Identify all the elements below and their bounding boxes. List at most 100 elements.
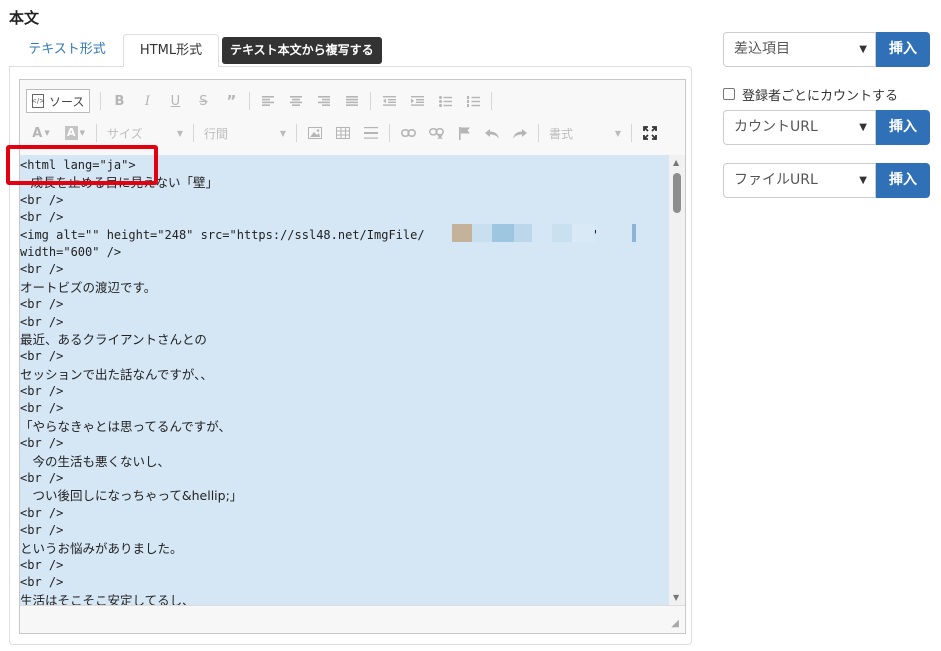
chevron-down-icon: ▼ (859, 122, 867, 133)
text-color-icon[interactable]: A ▼ (26, 121, 56, 145)
align-left-icon[interactable] (256, 89, 280, 113)
code-line: オートビズの渡辺です。 (20, 279, 157, 295)
anchor-flag-icon[interactable] (452, 121, 476, 145)
code-line: width="600" /> (20, 244, 122, 259)
toolbar-separator (249, 92, 251, 110)
code-line: セッションで出た話なんですが、、 (20, 366, 213, 382)
code-line: <br /> (20, 384, 64, 399)
align-center-icon[interactable] (284, 89, 308, 113)
source-button[interactable]: </> ソース (26, 89, 91, 113)
code-line: 今の生活も悪くないし、 (20, 453, 171, 469)
toolbar-row-1: </> ソース B I U S ” (26, 88, 498, 114)
redacted-block (452, 224, 472, 242)
table-icon[interactable] (331, 121, 355, 145)
code-line: <br /> (20, 262, 64, 277)
code-line: <br /> (20, 436, 64, 451)
maximize-icon[interactable] (638, 121, 662, 145)
redacted-block (552, 224, 572, 242)
toolbar-separator (631, 124, 632, 142)
underline-icon[interactable]: U (163, 89, 187, 113)
insert-count-url-button[interactable]: 挿入 (876, 110, 930, 145)
rich-text-editor: </> ソース B I U S ” A ▼ A ▼ サイズ ▼ 行間 ▼ 書式 … (19, 79, 686, 634)
section-title: 本文 (9, 9, 40, 27)
code-line: <br /> (20, 297, 64, 312)
code-line: =成長を止める目に見えない「壁」 (20, 175, 218, 191)
code-line: <html lang="ja"> (20, 158, 136, 172)
toolbar-separator (491, 92, 493, 110)
file-url-select-value: ファイルURL (734, 172, 818, 188)
toolbar-separator (389, 124, 390, 142)
file-url-select[interactable]: ファイルURL ▼ (723, 163, 876, 198)
tab-html-format[interactable]: HTML形式 (123, 34, 219, 67)
code-line: <br /> (20, 471, 64, 486)
undo-icon[interactable] (480, 121, 504, 145)
merge-field-select[interactable]: 差込項目 ▼ (723, 32, 876, 67)
code-line: <br /> (20, 505, 64, 520)
html-source-textarea[interactable]: <html lang="ja"> =成長を止める目に見えない「壁」 <br /> <b… (20, 155, 669, 605)
format-combo[interactable]: 書式 ▼ (545, 122, 625, 144)
count-url-select-value: カウントURL (734, 119, 818, 135)
redacted-block (572, 224, 594, 242)
editor-footer: ◢ (20, 605, 685, 633)
scroll-down-icon[interactable]: ▼ (673, 593, 679, 602)
indent-icon[interactable] (405, 89, 429, 113)
chevron-down-icon: ▼ (614, 128, 621, 138)
toolbar-separator (96, 124, 97, 142)
bold-icon[interactable]: B (107, 89, 131, 113)
chevron-down-icon: ▼ (859, 175, 867, 186)
italic-icon[interactable]: I (135, 89, 159, 113)
editor-toolbar: </> ソース B I U S ” A ▼ A ▼ サイズ ▼ 行間 ▼ 書式 … (20, 80, 685, 154)
code-line: <br /> (20, 192, 64, 207)
toolbar-row-2: A ▼ A ▼ サイズ ▼ 行間 ▼ 書式 ▼ (26, 120, 666, 146)
redacted-block (472, 224, 492, 242)
scrollbar-thumb[interactable] (673, 173, 681, 213)
copy-from-text-button[interactable]: テキスト本文から複写する (222, 37, 382, 64)
toolbar-separator (370, 92, 372, 110)
code-line: <br /> (20, 401, 64, 416)
insert-merge-field-button[interactable]: 挿入 (876, 32, 930, 67)
source-button-label: ソース (49, 94, 85, 109)
count-url-select[interactable]: カウントURL ▼ (723, 110, 876, 145)
code-line: <br /> (20, 557, 64, 572)
unlink-icon[interactable] (424, 121, 448, 145)
numbered-list-icon[interactable] (461, 89, 485, 113)
source-scrollbar[interactable]: ▲ ▼ (669, 155, 685, 605)
align-justify-icon[interactable] (340, 89, 364, 113)
line-height-combo[interactable]: 行間 ▼ (200, 122, 290, 144)
redacted-block (514, 224, 532, 242)
code-line: つい後回しになっちゃって&hellip;」 (20, 488, 243, 504)
redo-icon[interactable] (508, 121, 532, 145)
count-per-subscriber-label: 登録者ごとにカウントする (742, 88, 899, 104)
link-icon[interactable] (396, 121, 420, 145)
font-size-label: サイズ (107, 126, 143, 141)
code-line: 「やらなきゃとは思ってるんですが、 (20, 418, 232, 434)
insert-file-url-button[interactable]: 挿入 (876, 163, 930, 198)
code-line: 最近、あるクライアントさんとの (20, 331, 207, 347)
code-line: <br /> (20, 575, 64, 590)
code-line: 生活はそこそこ安定してるし、 (20, 592, 195, 605)
align-right-icon[interactable] (312, 89, 336, 113)
horizontal-rule-icon[interactable] (359, 121, 383, 145)
blockquote-icon[interactable]: ” (219, 89, 243, 113)
code-line: <br /> (20, 523, 64, 538)
strikethrough-icon[interactable]: S (191, 89, 215, 113)
bulleted-list-icon[interactable] (433, 89, 457, 113)
toolbar-separator (296, 124, 297, 142)
code-line: <br /> (20, 349, 64, 364)
outdent-icon[interactable] (377, 89, 401, 113)
count-per-subscriber-checkbox[interactable] (723, 88, 735, 100)
background-color-icon[interactable]: A ▼ (60, 121, 90, 145)
image-icon[interactable] (303, 121, 327, 145)
toolbar-separator (100, 92, 102, 110)
merge-field-select-value: 差込項目 (734, 41, 790, 57)
font-size-combo[interactable]: サイズ ▼ (103, 122, 187, 144)
redacted-block (632, 224, 636, 242)
scroll-up-icon[interactable]: ▲ (673, 158, 679, 167)
chevron-down-icon: ▼ (279, 128, 286, 138)
chevron-down-icon: ▼ (859, 44, 867, 55)
resize-grip-icon[interactable]: ◢ (671, 618, 679, 629)
toolbar-separator (538, 124, 539, 142)
format-label: 書式 (549, 126, 574, 141)
tab-text-format[interactable]: テキスト形式 (16, 34, 118, 67)
redacted-block (492, 224, 514, 242)
